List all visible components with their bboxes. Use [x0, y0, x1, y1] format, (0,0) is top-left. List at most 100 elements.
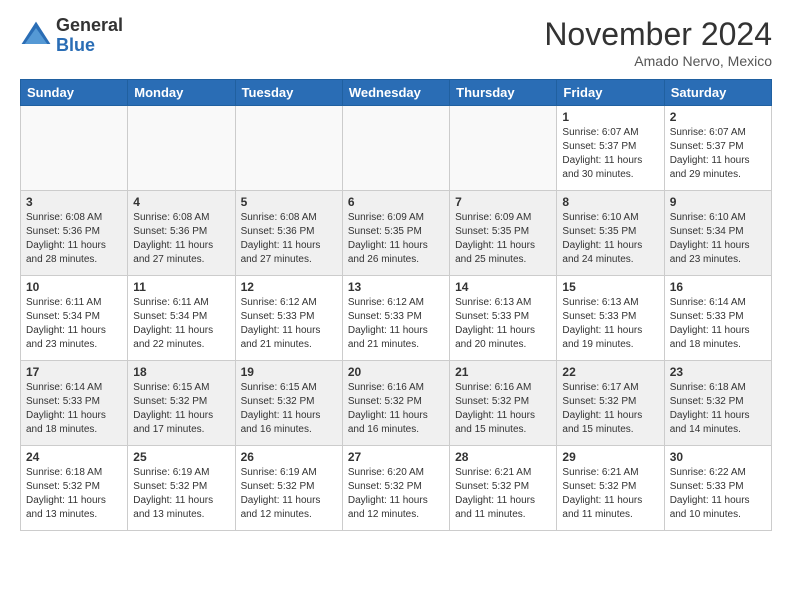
day-number: 16 [670, 280, 766, 294]
day-number: 14 [455, 280, 551, 294]
day-info: Sunrise: 6:18 AMSunset: 5:32 PMDaylight:… [670, 381, 766, 437]
calendar-cell: 27 Sunrise: 6:20 AMSunset: 5:32 PMDayligh… [342, 446, 449, 531]
logo-icon [20, 20, 52, 52]
day-number: 27 [348, 450, 444, 464]
day-number: 11 [133, 280, 229, 294]
day-number: 2 [670, 110, 766, 124]
logo-general-text: General [56, 16, 123, 36]
day-info: Sunrise: 6:14 AMSunset: 5:33 PMDaylight:… [26, 381, 122, 437]
day-number: 23 [670, 365, 766, 379]
calendar-cell: 2 Sunrise: 6:07 AMSunset: 5:37 PMDaylight… [664, 106, 771, 191]
day-info: Sunrise: 6:22 AMSunset: 5:33 PMDaylight:… [670, 466, 766, 522]
calendar-cell: 5 Sunrise: 6:08 AMSunset: 5:36 PMDaylight… [235, 191, 342, 276]
day-info: Sunrise: 6:11 AMSunset: 5:34 PMDaylight:… [133, 296, 229, 352]
day-info: Sunrise: 6:13 AMSunset: 5:33 PMDaylight:… [562, 296, 658, 352]
day-info: Sunrise: 6:15 AMSunset: 5:32 PMDaylight:… [133, 381, 229, 437]
calendar-cell: 7 Sunrise: 6:09 AMSunset: 5:35 PMDaylight… [450, 191, 557, 276]
day-number: 15 [562, 280, 658, 294]
day-number: 10 [26, 280, 122, 294]
day-info: Sunrise: 6:12 AMSunset: 5:33 PMDaylight:… [241, 296, 337, 352]
col-header-sunday: Sunday [21, 80, 128, 106]
calendar-header-row: SundayMondayTuesdayWednesdayThursdayFrid… [21, 80, 772, 106]
calendar-cell: 29 Sunrise: 6:21 AMSunset: 5:32 PMDayligh… [557, 446, 664, 531]
logo: General Blue [20, 16, 123, 56]
calendar-cell: 15 Sunrise: 6:13 AMSunset: 5:33 PMDayligh… [557, 276, 664, 361]
day-info: Sunrise: 6:17 AMSunset: 5:32 PMDaylight:… [562, 381, 658, 437]
calendar-cell: 16 Sunrise: 6:14 AMSunset: 5:33 PMDayligh… [664, 276, 771, 361]
calendar-cell: 22Sunrise: 6:17 AMSunset: 5:32 PMDayligh… [557, 361, 664, 446]
location: Amado Nervo, Mexico [544, 53, 772, 69]
day-number: 17 [26, 365, 122, 379]
day-number: 29 [562, 450, 658, 464]
calendar-cell: 19 Sunrise: 6:15 AMSunset: 5:32 PMDayligh… [235, 361, 342, 446]
calendar-cell: 28 Sunrise: 6:21 AMSunset: 5:32 PMDayligh… [450, 446, 557, 531]
day-info: Sunrise: 6:21 AMSunset: 5:32 PMDaylight:… [455, 466, 551, 522]
day-number: 21 [455, 365, 551, 379]
day-info: Sunrise: 6:08 AMSunset: 5:36 PMDaylight:… [241, 211, 337, 267]
day-info: Sunrise: 6:19 AMSunset: 5:32 PMDaylight:… [241, 466, 337, 522]
day-number: 30 [670, 450, 766, 464]
logo-blue-text: Blue [56, 36, 123, 56]
calendar-week-4: 17 Sunrise: 6:14 AMSunset: 5:33 PMDayligh… [21, 361, 772, 446]
calendar-cell [450, 106, 557, 191]
day-number: 13 [348, 280, 444, 294]
day-info: Sunrise: 6:20 AMSunset: 5:32 PMDaylight:… [348, 466, 444, 522]
calendar-cell: 18 Sunrise: 6:15 AMSunset: 5:32 PMDayligh… [128, 361, 235, 446]
col-header-monday: Monday [128, 80, 235, 106]
day-info: Sunrise: 6:10 AMSunset: 5:35 PMDaylight:… [562, 211, 658, 267]
calendar-cell: 23 Sunrise: 6:18 AMSunset: 5:32 PMDayligh… [664, 361, 771, 446]
calendar-cell: 20Sunrise: 6:16 AMSunset: 5:32 PMDayligh… [342, 361, 449, 446]
day-number: 25 [133, 450, 229, 464]
day-number: 5 [241, 195, 337, 209]
calendar-cell: 3Sunrise: 6:08 AMSunset: 5:36 PMDaylight… [21, 191, 128, 276]
day-info: Sunrise: 6:16 AMSunset: 5:32 PMDaylight:… [455, 381, 551, 437]
calendar-cell: 4 Sunrise: 6:08 AMSunset: 5:36 PMDaylight… [128, 191, 235, 276]
calendar-week-3: 10 Sunrise: 6:11 AMSunset: 5:34 PMDayligh… [21, 276, 772, 361]
day-info: Sunrise: 6:14 AMSunset: 5:33 PMDaylight:… [670, 296, 766, 352]
day-number: 1 [562, 110, 658, 124]
day-number: 6 [348, 195, 444, 209]
day-number: 4 [133, 195, 229, 209]
col-header-friday: Friday [557, 80, 664, 106]
col-header-tuesday: Tuesday [235, 80, 342, 106]
calendar-cell: 24 Sunrise: 6:18 AMSunset: 5:32 PMDayligh… [21, 446, 128, 531]
day-info: Sunrise: 6:21 AMSunset: 5:32 PMDaylight:… [562, 466, 658, 522]
title-area: November 2024 Amado Nervo, Mexico [544, 16, 772, 69]
day-number: 19 [241, 365, 337, 379]
calendar-cell: 1Sunrise: 6:07 AMSunset: 5:37 PMDaylight… [557, 106, 664, 191]
calendar-cell [128, 106, 235, 191]
day-info: Sunrise: 6:08 AMSunset: 5:36 PMDaylight:… [133, 211, 229, 267]
calendar-cell: 26 Sunrise: 6:19 AMSunset: 5:32 PMDayligh… [235, 446, 342, 531]
day-info: Sunrise: 6:19 AMSunset: 5:32 PMDaylight:… [133, 466, 229, 522]
day-info: Sunrise: 6:09 AMSunset: 5:35 PMDaylight:… [455, 211, 551, 267]
calendar-cell: 9 Sunrise: 6:10 AMSunset: 5:34 PMDaylight… [664, 191, 771, 276]
day-number: 9 [670, 195, 766, 209]
day-number: 12 [241, 280, 337, 294]
calendar-cell: 12 Sunrise: 6:12 AMSunset: 5:33 PMDayligh… [235, 276, 342, 361]
day-number: 24 [26, 450, 122, 464]
day-info: Sunrise: 6:10 AMSunset: 5:34 PMDaylight:… [670, 211, 766, 267]
calendar-cell [342, 106, 449, 191]
day-info: Sunrise: 6:08 AMSunset: 5:36 PMDaylight:… [26, 211, 122, 267]
logo-text: General Blue [56, 16, 123, 56]
calendar-cell: 14 Sunrise: 6:13 AMSunset: 5:33 PMDayligh… [450, 276, 557, 361]
day-info: Sunrise: 6:07 AMSunset: 5:37 PMDaylight:… [670, 126, 766, 182]
day-number: 28 [455, 450, 551, 464]
day-number: 7 [455, 195, 551, 209]
day-info: Sunrise: 6:15 AMSunset: 5:32 PMDaylight:… [241, 381, 337, 437]
calendar-cell: 13Sunrise: 6:12 AMSunset: 5:33 PMDayligh… [342, 276, 449, 361]
col-header-saturday: Saturday [664, 80, 771, 106]
day-info: Sunrise: 6:18 AMSunset: 5:32 PMDaylight:… [26, 466, 122, 522]
calendar-cell: 10Sunrise: 6:11 AMSunset: 5:34 PMDayligh… [21, 276, 128, 361]
day-info: Sunrise: 6:16 AMSunset: 5:32 PMDaylight:… [348, 381, 444, 437]
day-info: Sunrise: 6:13 AMSunset: 5:33 PMDaylight:… [455, 296, 551, 352]
month-title: November 2024 [544, 16, 772, 53]
page-header: General Blue November 2024 Amado Nervo, … [20, 16, 772, 69]
calendar-cell: 25 Sunrise: 6:19 AMSunset: 5:32 PMDayligh… [128, 446, 235, 531]
day-number: 18 [133, 365, 229, 379]
calendar-week-1: 1 Sunrise: 6:07 AMSunset: 5:37 PMDaylight… [21, 106, 772, 191]
calendar-cell: 21 Sunrise: 6:16 AMSunset: 5:32 PMDayligh… [450, 361, 557, 446]
day-number: 26 [241, 450, 337, 464]
day-info: Sunrise: 6:09 AMSunset: 5:35 PMDaylight:… [348, 211, 444, 267]
calendar-cell: 8Sunrise: 6:10 AMSunset: 5:35 PMDaylight… [557, 191, 664, 276]
